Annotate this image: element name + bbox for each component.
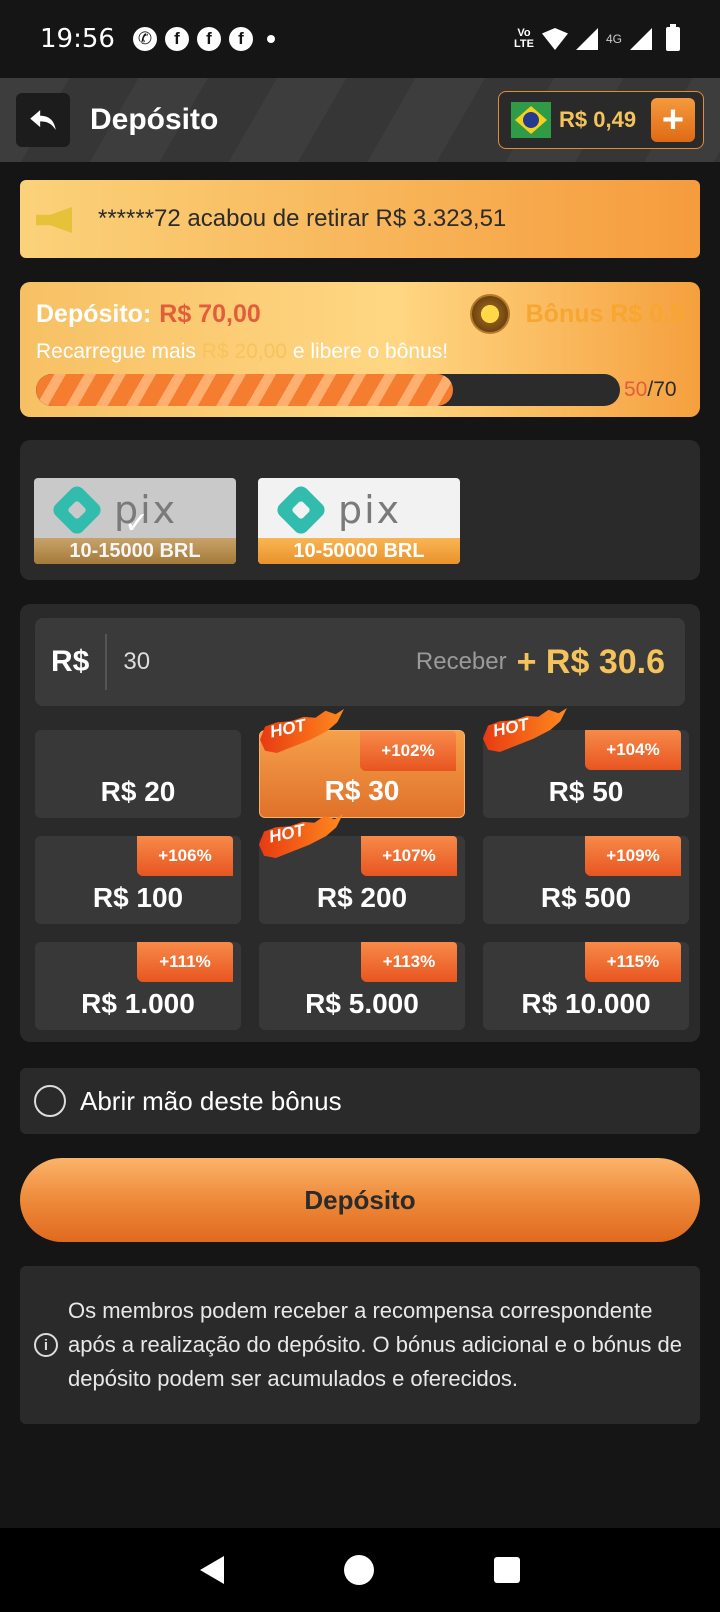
info-box: i Os membros podem receber a recompensa …	[20, 1266, 700, 1424]
amount-panel: R$ 30 Receber + R$ 30.6 R$ 20 +102% HOT R$ …	[20, 604, 700, 1042]
bonus-percent-badge: +104%	[585, 730, 681, 770]
bonus-percent-badge: +113%	[361, 942, 457, 982]
facebook-icon: f	[164, 27, 189, 51]
signal-icon	[630, 28, 652, 50]
amount-option[interactable]: +106% R$ 100	[35, 836, 241, 924]
bonus-amount: Bônus R$ 0.5	[525, 299, 684, 328]
facebook-icon: f	[228, 27, 253, 51]
amount-options: R$ 20 +102% HOT R$ 30 +104% HOT R$ 50 +106% R$ 1…	[35, 708, 689, 1030]
hot-flame-icon: HOT	[260, 709, 344, 753]
ticker-text: ******72 acabou de retirar R$ 3.323,51	[98, 205, 507, 232]
amount-option-label: R$ 200	[316, 882, 408, 913]
amount-option-label: R$ 5.000	[305, 988, 419, 1019]
facebook-icon: f	[196, 27, 221, 51]
amount-option-label: R$ 50	[548, 776, 624, 807]
network-type-label: 4G	[605, 32, 622, 46]
brazil-flag-icon	[511, 102, 551, 138]
payment-method-pix-2[interactable]: pix 10-50000 BRL	[258, 478, 460, 564]
deposit-bonus-card: Depósito: R$ 70,00 Bônus R$ 0.5 Recarreg…	[20, 282, 700, 417]
recharge-hint: Recarregue mais R$ 20,00 e libere o bônu…	[36, 340, 449, 363]
hot-flame-icon: HOT	[483, 708, 567, 752]
amount-option[interactable]: +113% R$ 5.000	[259, 942, 465, 1030]
pix-logo-icon	[50, 483, 104, 537]
withdrawal-ticker: ******72 acabou de retirar R$ 3.323,51	[20, 180, 700, 258]
balance-box: R$ 0,49 +	[498, 91, 704, 149]
amount-option[interactable]: +102% HOT R$ 30	[259, 709, 465, 818]
progress-text: 50/70	[624, 378, 677, 401]
payment-methods: pix ✓ 10-15000 BRL pix 10-50000 BRL	[20, 440, 700, 580]
info-icon: i	[34, 1333, 58, 1357]
payment-method-pix-1[interactable]: pix ✓ 10-15000 BRL	[34, 478, 236, 564]
forfeit-bonus-label: Abrir mão deste bônus	[80, 1085, 342, 1116]
amount-option-label: R$ 100	[92, 882, 184, 913]
battery-icon	[666, 24, 680, 51]
bonus-percent-badge: +106%	[137, 836, 233, 876]
deposit-button[interactable]: Depósito	[20, 1158, 700, 1242]
add-funds-button[interactable]: +	[651, 98, 695, 142]
bonus-percent-badge: +111%	[137, 942, 233, 982]
deposit-progress-bar	[36, 374, 620, 406]
pix-logo-text: pix	[338, 488, 402, 532]
payment-range: 10-15000 BRL	[34, 538, 236, 564]
amount-option[interactable]: +107% HOT R$ 200	[259, 814, 465, 924]
forfeit-bonus-radio[interactable]	[34, 1085, 66, 1117]
notification-icons: ✆ f f f	[132, 27, 275, 51]
back-button[interactable]	[16, 93, 70, 147]
amount-option[interactable]: +115% R$ 10.000	[483, 942, 689, 1030]
check-icon: ✓	[124, 507, 150, 540]
page-title: Depósito	[90, 103, 219, 136]
nav-recents-icon[interactable]	[494, 1557, 520, 1583]
recharge-hint-amount: R$ 20,00	[201, 340, 287, 363]
wifi-icon	[541, 28, 568, 50]
status-bar: 19:56 ✆ f f f Vo LTE 4G	[0, 0, 720, 78]
amount-option-label: R$ 30	[324, 775, 400, 806]
amount-option[interactable]: +104% HOT R$ 50	[483, 708, 689, 818]
more-notifications-icon	[266, 35, 275, 43]
amount-option-label: R$ 500	[540, 882, 632, 913]
back-arrow-icon	[30, 110, 56, 130]
amount-input[interactable]: R$ 30 Receber + R$ 30.6	[35, 618, 685, 706]
page-header: Depósito R$ 0,49 +	[0, 78, 720, 162]
bonus-percent-badge: +115%	[585, 942, 681, 982]
system-icons: Vo LTE 4G	[514, 24, 680, 51]
signal-icon	[575, 28, 598, 50]
pix-logo-icon	[274, 483, 328, 537]
bonus-percent-badge: +102%	[360, 731, 456, 771]
amount-option-label: R$ 1.000	[81, 988, 195, 1019]
receive-value: + R$ 30.6	[516, 642, 665, 681]
system-nav-bar	[0, 1528, 720, 1612]
bonus-percent-badge: +107%	[361, 836, 457, 876]
progress-fill	[36, 374, 453, 406]
balance-value: R$ 0,49	[559, 107, 637, 132]
nav-home-icon[interactable]	[344, 1555, 374, 1585]
amount-option-label: R$ 10.000	[521, 988, 651, 1019]
gold-coins-icon	[469, 294, 510, 334]
currency-label: R$	[51, 634, 108, 690]
forfeit-bonus-option[interactable]: Abrir mão deste bônus	[20, 1068, 700, 1134]
status-time: 19:56	[40, 24, 115, 54]
volte-icon: Vo LTE	[514, 27, 534, 50]
nav-back-icon[interactable]	[200, 1556, 224, 1584]
deposit-label: Depósito:	[36, 299, 152, 328]
amount-option[interactable]: +111% R$ 1.000	[35, 942, 241, 1030]
bonus-percent-badge: +109%	[585, 836, 681, 876]
deposit-amount: R$ 70,00	[159, 299, 261, 328]
receive-label: Receber	[415, 648, 507, 675]
info-text: Os membros podem receber a recompensa co…	[68, 1298, 682, 1391]
amount-option-label: R$ 20	[100, 776, 176, 807]
whatsapp-icon: ✆	[132, 27, 157, 51]
payment-range: 10-50000 BRL	[258, 538, 460, 564]
speaker-icon	[32, 199, 76, 239]
amount-option[interactable]: +109% R$ 500	[483, 836, 689, 924]
amount-option[interactable]: R$ 20	[35, 730, 241, 818]
amount-value[interactable]: 30	[123, 648, 150, 676]
hot-flame-icon: HOT	[259, 814, 343, 858]
